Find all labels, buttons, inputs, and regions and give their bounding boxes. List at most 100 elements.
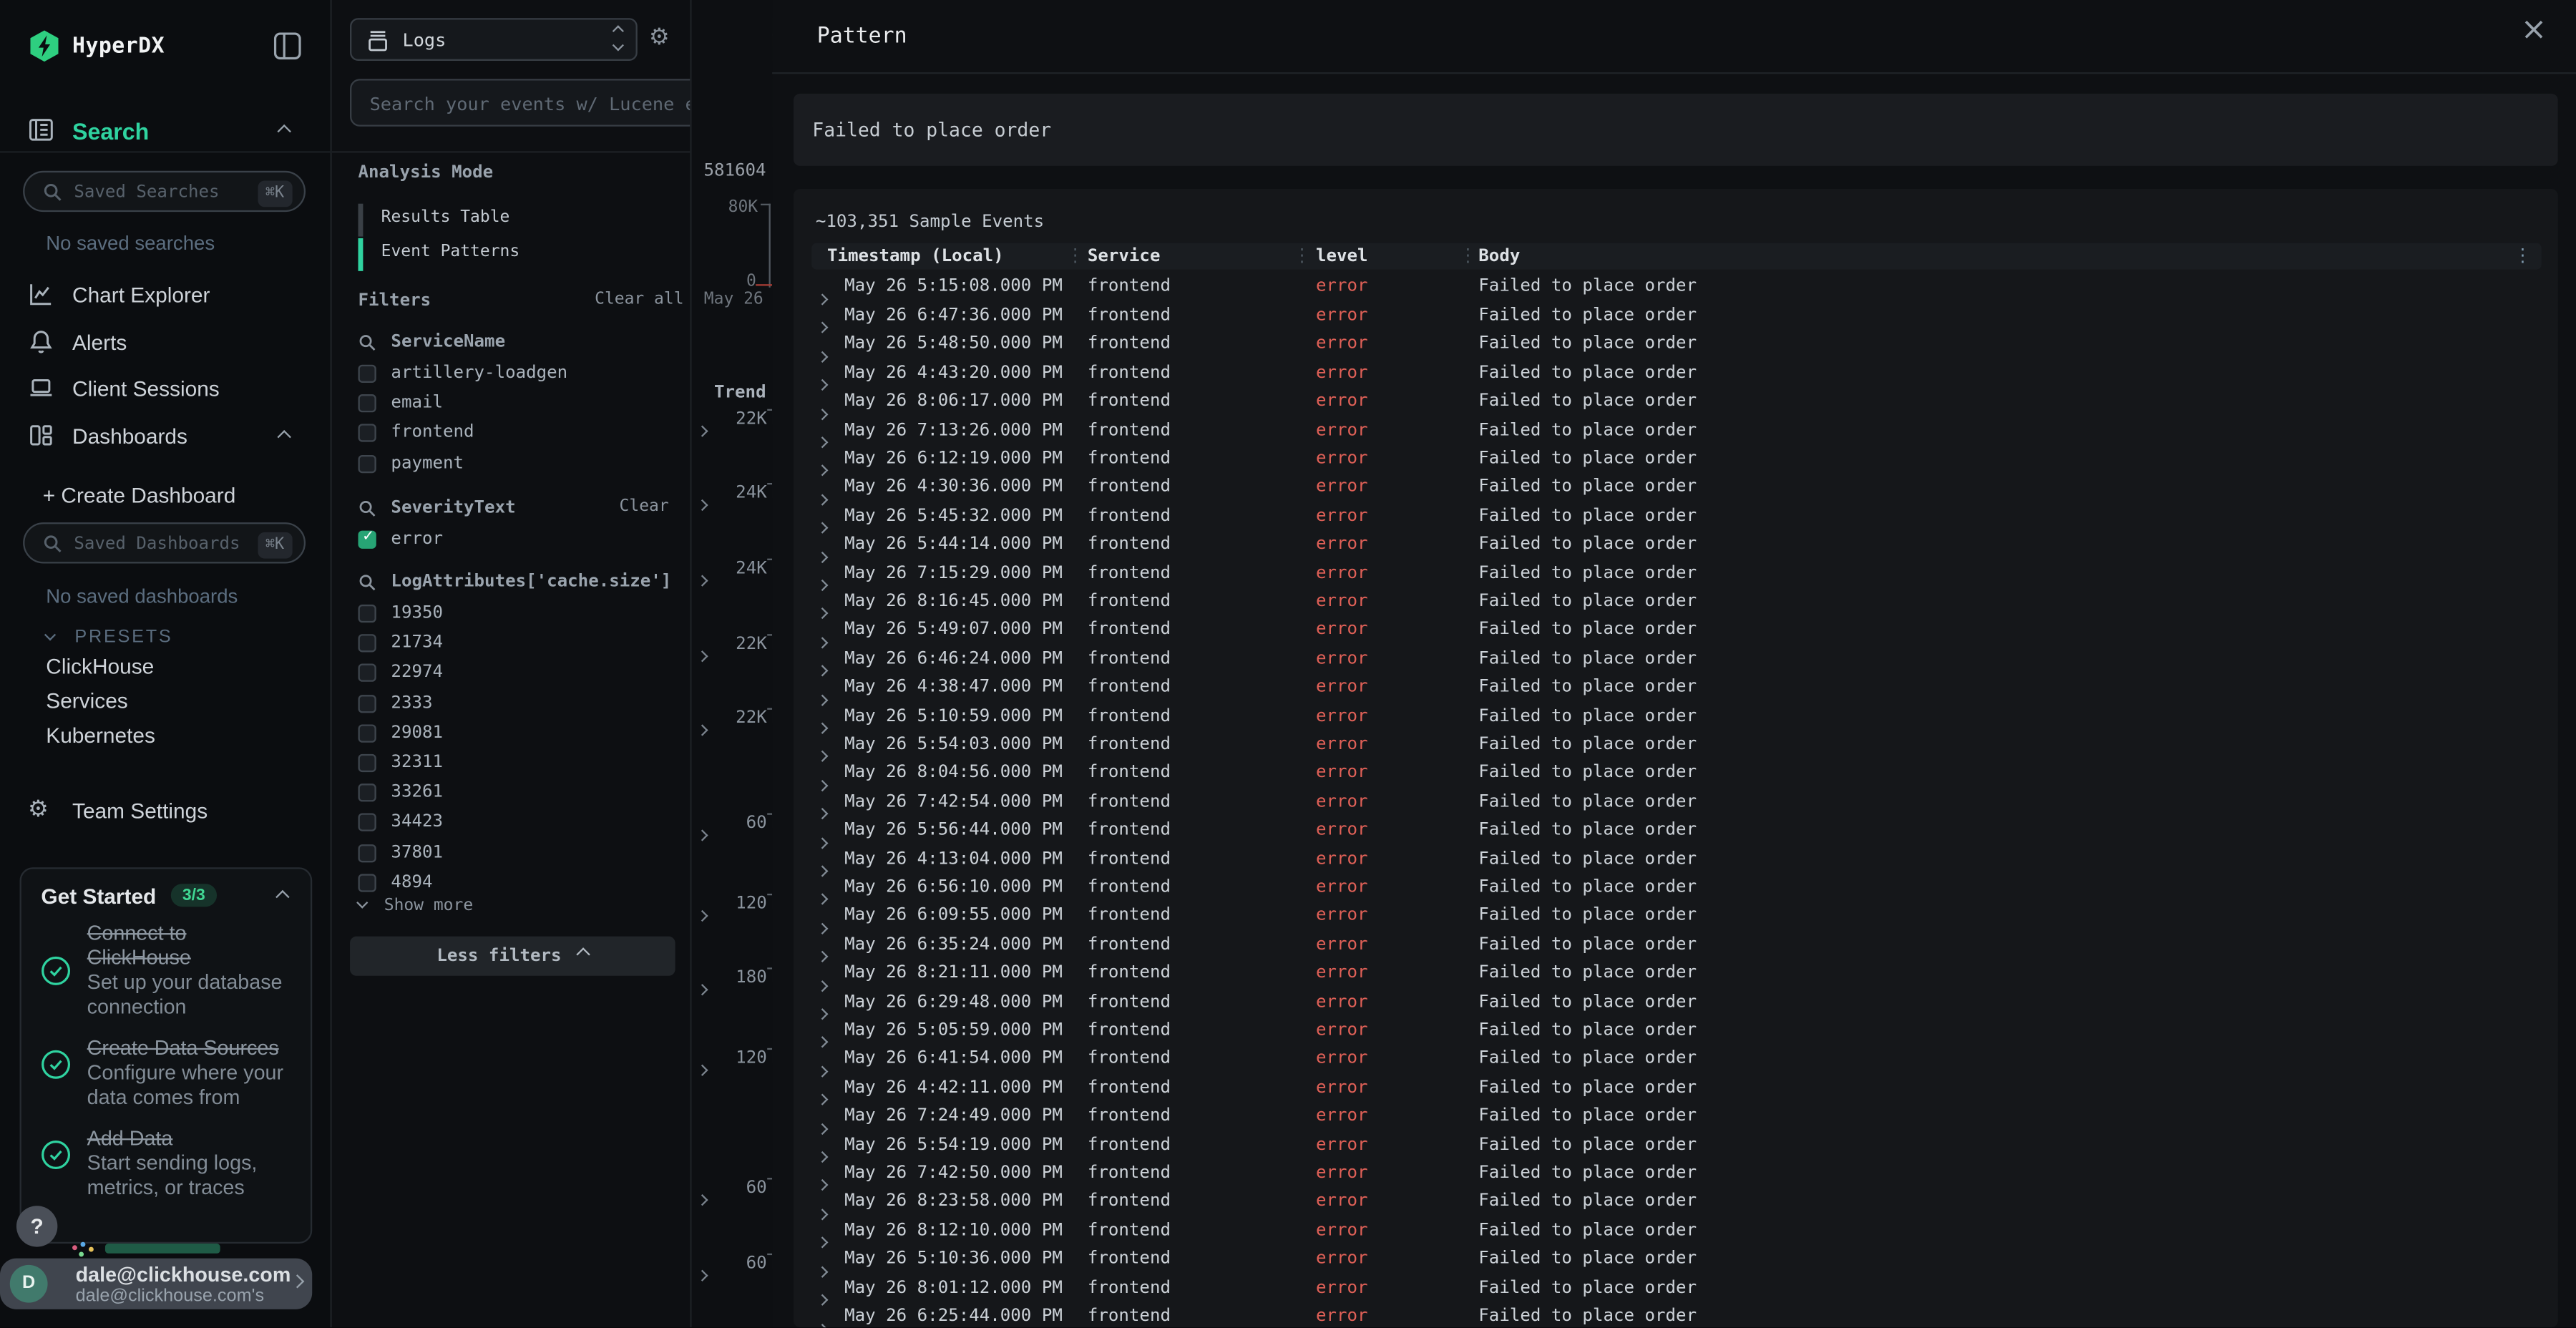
table-row[interactable]: May 26 6:12:19.000 PM frontend error Fai… [811, 445, 2542, 474]
checkbox[interactable] [358, 783, 376, 801]
table-row[interactable]: May 26 5:10:59.000 PM frontend error Fai… [811, 703, 2542, 731]
col-level[interactable]: level [1316, 248, 1368, 268]
table-row[interactable]: May 26 6:47:36.000 PM frontend error Fai… [811, 302, 2542, 331]
filter-option[interactable]: 2333 [358, 689, 687, 719]
expand-chevron-icon[interactable] [698, 817, 706, 846]
filter-option[interactable]: frontend [358, 419, 687, 449]
expand-chevron-icon[interactable] [698, 488, 706, 517]
table-row[interactable]: May 26 5:49:07.000 PM frontend error Fai… [811, 617, 2542, 645]
table-row[interactable]: May 26 4:38:47.000 PM frontend error Fai… [811, 674, 2542, 703]
collapse-sidebar-icon[interactable] [273, 31, 302, 61]
table-row[interactable]: May 26 8:06:17.000 PM frontend error Fai… [811, 388, 2542, 416]
source-settings-gear-icon[interactable]: ⚙ [649, 24, 675, 51]
table-row[interactable]: May 26 6:46:24.000 PM frontend error Fai… [811, 645, 2542, 674]
checkbox[interactable] [358, 454, 376, 472]
pattern-row[interactable]: 60 [691, 1250, 772, 1279]
close-icon[interactable]: × [2514, 10, 2553, 49]
expand-row-icon[interactable] [818, 1311, 826, 1327]
pattern-row[interactable]: 60 [691, 1175, 772, 1204]
filter-option[interactable]: error [358, 526, 687, 556]
source-select[interactable]: Logs [350, 18, 638, 61]
show-more-link[interactable]: Show more [358, 897, 474, 915]
mode-event-patterns[interactable]: Event Patterns [381, 243, 520, 261]
table-row[interactable]: May 26 6:41:54.000 PM frontend error Fai… [811, 1045, 2542, 1074]
sidebar-item-team-settings[interactable]: ⚙ Team Settings [0, 792, 332, 831]
col-body[interactable]: Body [1478, 248, 1520, 268]
saved-dashboards-input[interactable]: Saved Dashboards ⌘K [23, 522, 306, 563]
column-separator-icon[interactable]: ⋮ [1293, 245, 1311, 266]
table-row[interactable]: May 26 4:42:11.000 PM frontend error Fai… [811, 1074, 2542, 1103]
table-row[interactable]: May 26 6:56:10.000 PM frontend error Fai… [811, 874, 2542, 902]
filter-option[interactable]: 34423 [358, 809, 687, 839]
less-filters-button[interactable]: Less filters [350, 937, 675, 976]
expand-chevron-icon[interactable] [698, 972, 706, 1001]
pattern-row[interactable]: 22K [691, 406, 772, 435]
checkbox[interactable] [358, 394, 376, 412]
expand-chevron-icon[interactable] [698, 414, 706, 444]
col-timestamp[interactable]: Timestamp (Local) [827, 248, 1004, 268]
expand-chevron-icon[interactable] [698, 1183, 706, 1212]
filter-option[interactable]: 37801 [358, 839, 687, 869]
sidebar-item-search[interactable]: Search [0, 112, 332, 151]
table-row[interactable]: May 26 5:56:44.000 PM frontend error Fai… [811, 817, 2542, 846]
checkbox[interactable] [358, 724, 376, 742]
sidebar-item-client-sessions[interactable]: Client Sessions [0, 370, 332, 409]
column-separator-icon[interactable]: ⋮ [1459, 245, 1477, 266]
table-row[interactable]: May 26 8:12:10.000 PM frontend error Fai… [811, 1217, 2542, 1246]
col-service[interactable]: Service [1088, 248, 1161, 268]
pattern-row[interactable]: 180 [691, 964, 772, 993]
table-row[interactable]: May 26 5:48:50.000 PM frontend error Fai… [811, 331, 2542, 359]
checkbox[interactable] [358, 754, 376, 772]
checkbox[interactable] [358, 664, 376, 682]
presets-toggle[interactable]: PRESETS [46, 621, 172, 650]
preset-kubernetes[interactable]: Kubernetes [46, 723, 155, 747]
pattern-row[interactable]: 24K [691, 479, 772, 509]
table-row[interactable]: May 26 5:10:36.000 PM frontend error Fai… [811, 1246, 2542, 1274]
mode-results-table[interactable]: Results Table [381, 209, 510, 227]
checkbox[interactable] [358, 635, 376, 653]
table-row[interactable]: May 26 5:54:19.000 PM frontend error Fai… [811, 1131, 2542, 1160]
checkbox[interactable] [358, 424, 376, 442]
table-row[interactable]: May 26 7:42:50.000 PM frontend error Fai… [811, 1160, 2542, 1188]
expand-chevron-icon[interactable] [698, 898, 706, 927]
filter-option[interactable]: email [358, 390, 687, 420]
filter-option[interactable]: artillery-loadgen [358, 360, 687, 390]
preset-services[interactable]: Services [46, 688, 127, 713]
filter-option[interactable]: payment [358, 449, 687, 479]
table-row[interactable]: May 26 5:05:59.000 PM frontend error Fai… [811, 1017, 2542, 1045]
pattern-row[interactable]: 60 [691, 809, 772, 839]
table-row[interactable]: May 26 7:13:26.000 PM frontend error Fai… [811, 416, 2542, 445]
sidebar-item-dashboards[interactable]: Dashboards [0, 417, 332, 456]
table-row[interactable]: May 26 5:44:14.000 PM frontend error Fai… [811, 531, 2542, 560]
checkbox[interactable] [358, 874, 376, 892]
checkbox[interactable] [358, 844, 376, 861]
table-row[interactable]: May 26 7:42:54.000 PM frontend error Fai… [811, 788, 2542, 817]
filter-option[interactable]: 22974 [358, 660, 687, 690]
table-row[interactable]: May 26 5:15:08.000 PM frontend error Fai… [811, 273, 2542, 302]
user-menu[interactable]: D dale@clickhouse.com dale@clickhouse.co… [0, 1258, 312, 1309]
table-row[interactable]: May 26 4:30:36.000 PM frontend error Fai… [811, 474, 2542, 502]
sidebar-item-chart-explorer[interactable]: Chart Explorer [0, 276, 332, 316]
checkbox[interactable] [358, 531, 376, 549]
table-row[interactable]: May 26 7:24:49.000 PM frontend error Fai… [811, 1103, 2542, 1131]
clear-severity-link[interactable]: Clear [620, 498, 669, 516]
table-options-icon[interactable]: ⋮ [2514, 245, 2532, 267]
table-row[interactable]: May 26 6:29:48.000 PM frontend error Fai… [811, 988, 2542, 1017]
chevron-up-icon[interactable] [275, 890, 289, 904]
table-row[interactable]: May 26 7:15:29.000 PM frontend error Fai… [811, 560, 2542, 588]
checkbox[interactable] [358, 814, 376, 831]
checkbox[interactable] [358, 694, 376, 712]
filter-option[interactable]: 4894 [358, 869, 687, 899]
pattern-row[interactable]: 120 [691, 889, 772, 919]
table-row[interactable]: May 26 8:21:11.000 PM frontend error Fai… [811, 960, 2542, 988]
pattern-row[interactable]: 24K [691, 555, 772, 585]
table-row[interactable]: May 26 8:04:56.000 PM frontend error Fai… [811, 760, 2542, 788]
filter-option[interactable]: 21734 [358, 630, 687, 660]
saved-searches-input[interactable]: Saved Searches ⌘K [23, 171, 306, 212]
pattern-row[interactable]: 22K [691, 704, 772, 733]
table-row[interactable]: May 26 8:01:12.000 PM frontend error Fai… [811, 1274, 2542, 1303]
help-button[interactable]: ? [16, 1206, 57, 1246]
table-row[interactable]: May 26 5:45:32.000 PM frontend error Fai… [811, 502, 2542, 531]
search-icon[interactable] [358, 573, 376, 591]
expand-chevron-icon[interactable] [698, 712, 706, 741]
